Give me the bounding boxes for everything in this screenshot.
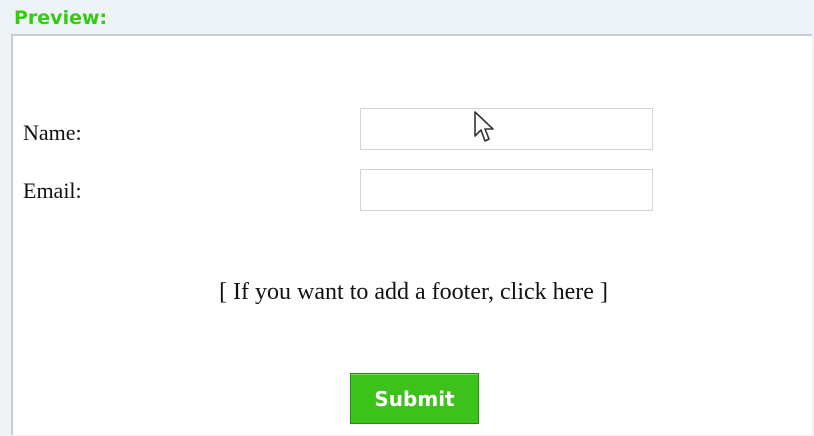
name-label: Name: [23, 120, 82, 145]
preview-frame: Name: Email: [ If you want to add a foot… [11, 34, 812, 435]
add-footer-link[interactable]: [ If you want to add a footer, click her… [13, 278, 814, 306]
mouse-pointer-icon [474, 111, 494, 142]
email-label: Email: [23, 178, 82, 203]
preview-title: Preview: [14, 7, 108, 29]
email-input[interactable] [360, 169, 653, 211]
submit-button[interactable]: Submit [350, 373, 479, 424]
name-input[interactable] [360, 108, 653, 150]
preview-panel: Preview: Name: Email: [ If you want to a… [0, 0, 814, 436]
